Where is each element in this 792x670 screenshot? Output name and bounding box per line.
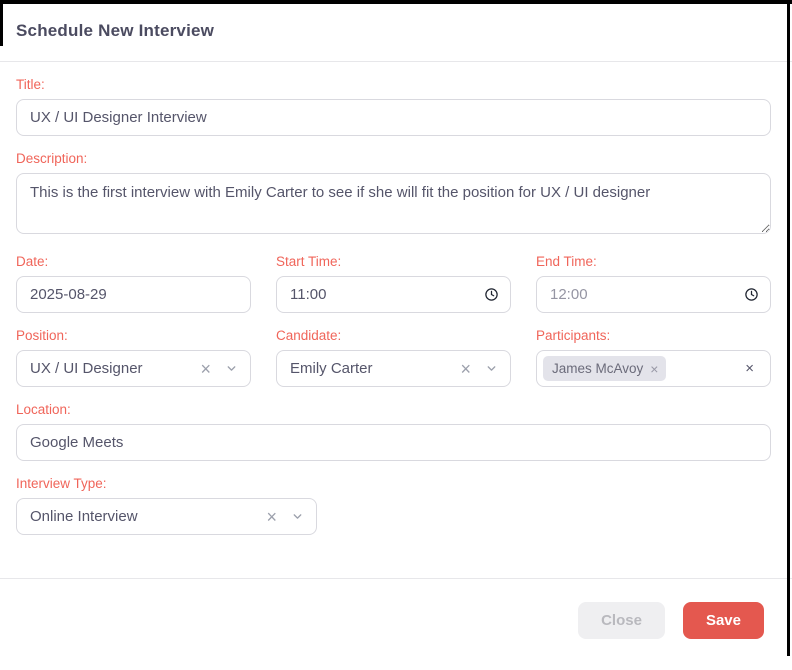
participants-label: Participants: bbox=[536, 328, 771, 343]
date-time-row: Date: Start Time: En bbox=[16, 239, 771, 313]
chevron-down-icon[interactable] bbox=[291, 510, 304, 523]
chevron-down-icon[interactable] bbox=[225, 362, 238, 375]
position-label: Position: bbox=[16, 328, 251, 343]
chevron-down-icon[interactable] bbox=[485, 362, 498, 375]
participants-multiselect[interactable]: James McAvoy × × bbox=[536, 350, 771, 387]
title-input[interactable] bbox=[16, 99, 771, 136]
schedule-interview-modal: Schedule New Interview Title: Descriptio… bbox=[0, 0, 792, 670]
end-time-label: End Time: bbox=[536, 254, 771, 269]
start-time-label: Start Time: bbox=[276, 254, 511, 269]
screen-edge-right bbox=[787, 0, 790, 656]
participants-field-group: Participants: James McAvoy × × bbox=[536, 313, 771, 387]
description-textarea[interactable]: This is the first interview with Emily C… bbox=[16, 173, 771, 234]
clear-icon[interactable]: × bbox=[456, 360, 475, 378]
modal-footer: Close Save bbox=[0, 578, 792, 670]
modal-title: Schedule New Interview bbox=[16, 21, 214, 41]
start-time-field-group: Start Time: bbox=[276, 239, 511, 313]
position-select[interactable]: UX / UI Designer × bbox=[16, 350, 251, 387]
location-input[interactable] bbox=[16, 424, 771, 461]
location-label: Location: bbox=[16, 402, 771, 417]
start-time-input[interactable] bbox=[276, 276, 511, 313]
position-candidate-participants-row: Position: UX / UI Designer × Candidate: … bbox=[16, 313, 771, 387]
clock-icon[interactable] bbox=[484, 287, 499, 302]
clear-icon[interactable]: × bbox=[262, 508, 281, 526]
clock-icon[interactable] bbox=[744, 287, 759, 302]
interview-type-select[interactable]: Online Interview × bbox=[16, 498, 317, 535]
description-label: Description: bbox=[16, 151, 771, 166]
position-field-group: Position: UX / UI Designer × bbox=[16, 313, 251, 387]
modal-body: Title: Description: This is the first in… bbox=[0, 62, 792, 578]
screen-edge-left bbox=[0, 0, 3, 46]
interview-type-select-value: Online Interview bbox=[30, 508, 262, 525]
modal-header: Schedule New Interview bbox=[0, 0, 792, 62]
candidate-label: Candidate: bbox=[276, 328, 511, 343]
clear-icon[interactable]: × bbox=[196, 360, 215, 378]
clear-icon[interactable]: × bbox=[741, 361, 758, 376]
date-label: Date: bbox=[16, 254, 251, 269]
candidate-field-group: Candidate: Emily Carter × bbox=[276, 313, 511, 387]
candidate-select-value: Emily Carter bbox=[290, 360, 456, 377]
save-button[interactable]: Save bbox=[683, 602, 764, 639]
end-time-field-group: End Time: bbox=[536, 239, 771, 313]
end-time-input[interactable] bbox=[536, 276, 771, 313]
participant-tag-label: James McAvoy bbox=[552, 361, 643, 376]
candidate-select[interactable]: Emily Carter × bbox=[276, 350, 511, 387]
date-field-group: Date: bbox=[16, 239, 251, 313]
position-select-value: UX / UI Designer bbox=[30, 360, 196, 377]
title-label: Title: bbox=[16, 77, 771, 92]
screen-edge-top bbox=[0, 0, 792, 4]
interview-type-label: Interview Type: bbox=[16, 476, 771, 491]
participant-tag: James McAvoy × bbox=[543, 356, 666, 381]
date-input[interactable] bbox=[16, 276, 251, 313]
close-button[interactable]: Close bbox=[578, 602, 665, 639]
tag-remove-icon[interactable]: × bbox=[650, 362, 658, 376]
